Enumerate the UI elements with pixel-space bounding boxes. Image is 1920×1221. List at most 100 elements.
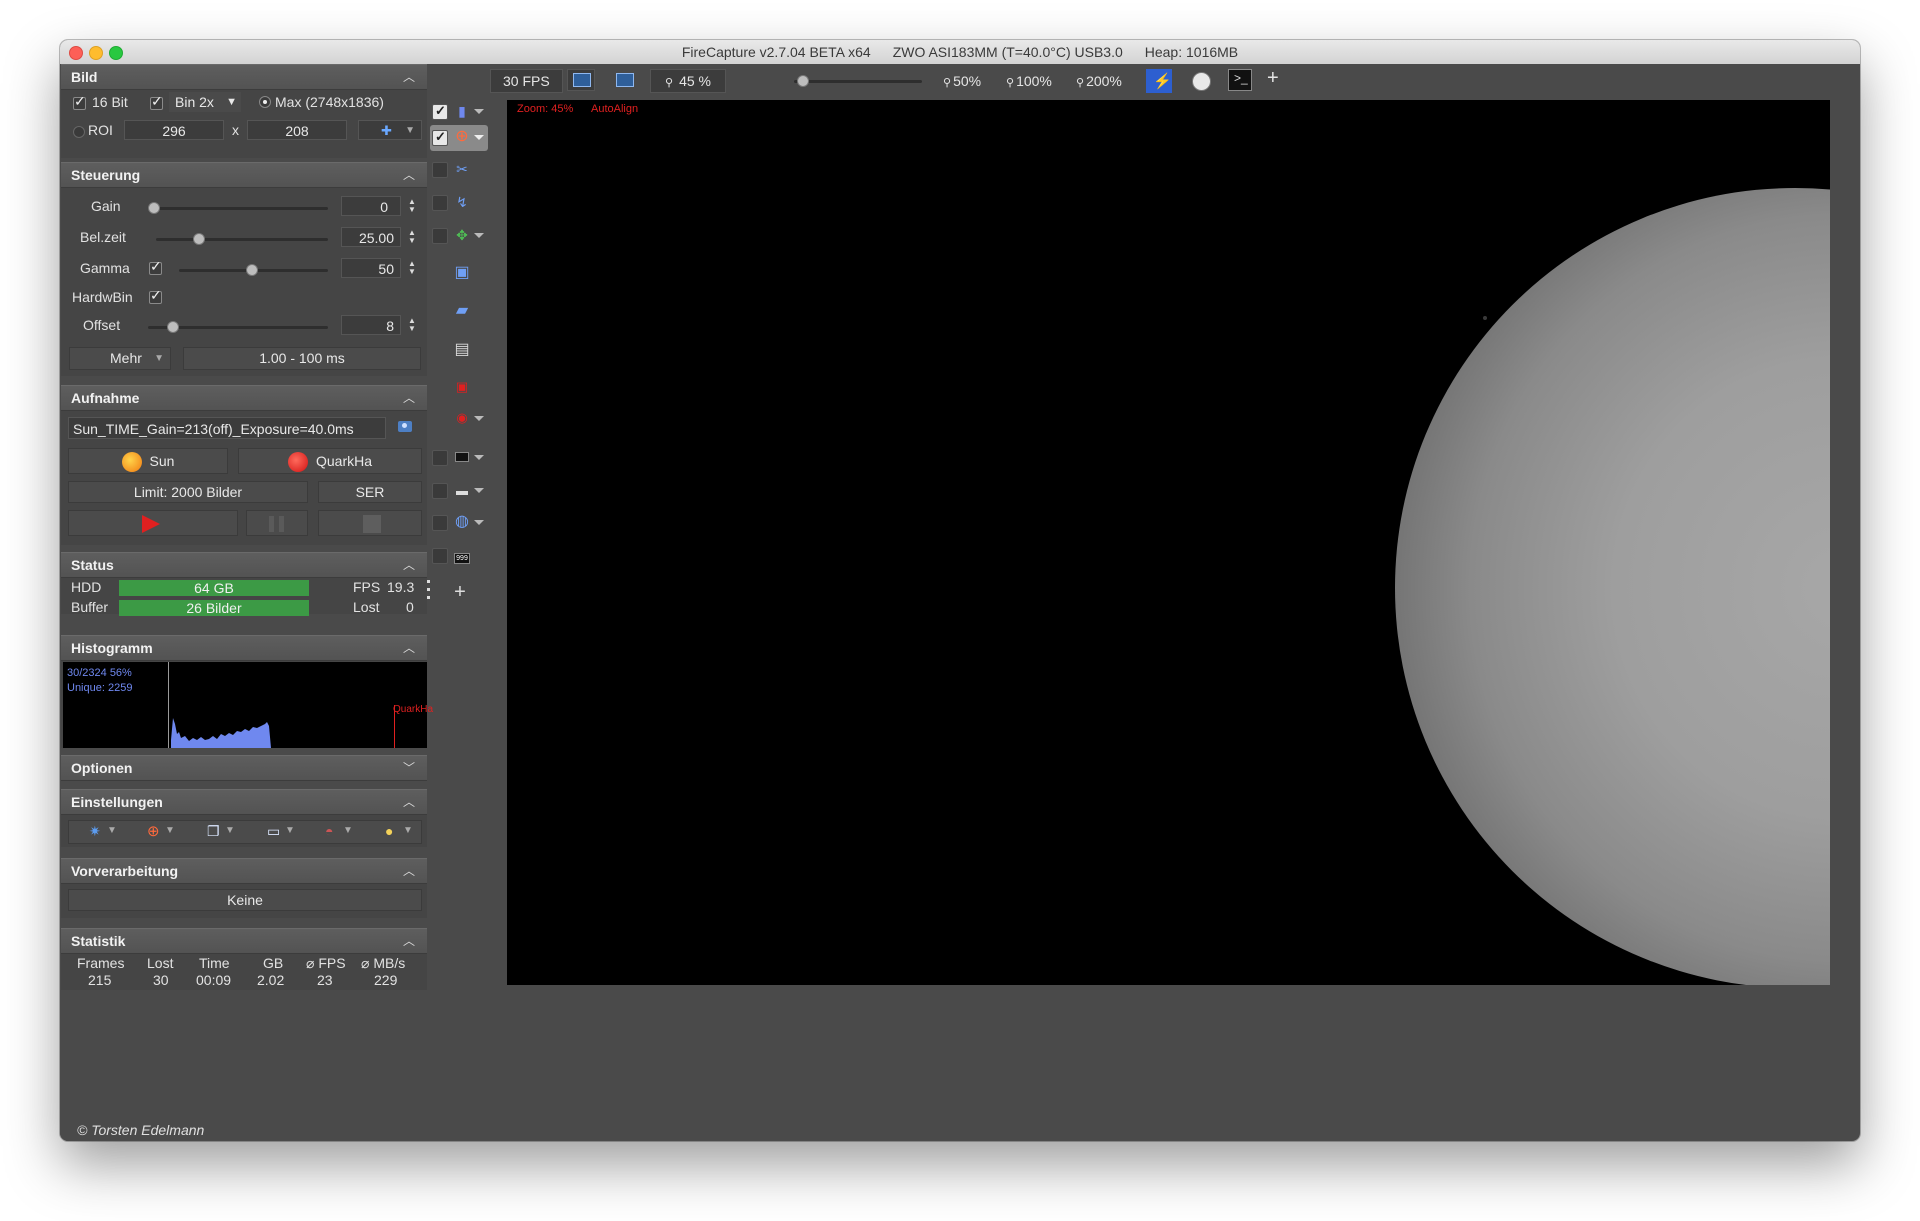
collapse-icon[interactable]: ︿ [403,790,415,814]
aufnahme-header[interactable]: Aufnahme ︿ [61,385,427,411]
crosshair-icon[interactable]: ⊕ [147,822,160,840]
max-radio[interactable] [259,96,271,108]
chevron-down-icon[interactable]: ▼ [225,825,235,836]
chevron-down-icon[interactable]: ▼ [107,825,117,836]
scissors-icon[interactable]: ✂ [453,161,471,177]
bar-chart-icon[interactable]: ▮ [453,103,471,119]
roi-radio[interactable] [73,126,85,138]
belzeit-slider-thumb[interactable] [193,233,206,245]
collapse-icon[interactable]: ︿ [403,859,415,883]
pause-capture-button[interactable] [246,510,308,536]
zoom-50-button[interactable]: ⚲ 50% [943,71,981,91]
trash-icon[interactable]: ▤ [453,342,471,358]
bin-checkbox[interactable] [150,93,163,110]
add-tool-icon[interactable]: + [451,582,469,602]
collapse-icon[interactable]: ︿ [403,163,415,187]
gamma-stepper[interactable]: ▲ ▼ [408,260,416,276]
chevron-down-icon[interactable] [474,488,484,493]
collapse-icon[interactable]: ︿ [403,65,415,89]
profile-quarkha-button[interactable]: QuarkHa [238,448,422,474]
format-button[interactable]: SER [318,481,422,503]
gamma-slider-thumb[interactable] [245,264,258,276]
chevron-down-icon[interactable] [474,233,484,238]
zoom-200-button[interactable]: ⚲ 200% [1076,71,1122,91]
bin-select[interactable]: Bin 2x ▼ [169,92,241,112]
counter-checkbox[interactable] [432,548,448,564]
flat-frame-icon[interactable] [453,482,471,498]
zoom-slider-thumb[interactable] [797,75,809,87]
profile-sun-button[interactable]: Sun [68,448,228,474]
zoom-100-button[interactable]: ⚲ 100% [1006,71,1052,91]
collapse-icon[interactable]: ︿ [403,636,415,660]
belzeit-slider[interactable] [156,233,328,245]
gain-slider-thumb[interactable] [148,202,160,214]
camera-folder-icon[interactable] [398,421,412,432]
record-screen-icon[interactable]: ▣ [453,379,471,395]
expand-icon[interactable]: ﹀ [403,756,415,780]
save-icon[interactable]: ▣ [453,265,471,281]
gain-stepper[interactable]: ▲ ▼ [408,198,416,214]
belzeit-input[interactable]: 25.00 [341,227,401,247]
steuerung-header[interactable]: Steuerung ︿ [61,162,427,188]
bild-header[interactable]: Bild ︿ [61,64,427,90]
flat-frame-checkbox[interactable] [432,483,448,499]
vorverarbeitung-header[interactable]: Vorverarbeitung ︿ [61,858,427,884]
run-button[interactable]: ⚡ [1146,69,1172,93]
camera-preview[interactable]: Zoom: 45% AutoAlign [507,100,1830,985]
chevron-down-icon[interactable]: ▼ [343,825,353,836]
offset-stepper[interactable]: ▲ ▼ [408,317,416,333]
bit16-checkbox[interactable] [73,93,86,110]
timer-button[interactable] [1188,69,1214,93]
mehr-dropdown[interactable]: Mehr ▼ [69,347,171,370]
zoom-slider[interactable] [794,75,922,87]
bulb-icon[interactable]: ● [385,823,393,839]
stop-capture-button[interactable] [318,510,422,536]
gain-input[interactable]: 0 [341,196,401,216]
chevron-down-icon[interactable]: ▼ [285,825,295,836]
histogram-overlay-checkbox[interactable] [432,103,448,120]
chevron-down-icon[interactable] [474,109,484,114]
exposure-range-button[interactable]: 1.00 - 100 ms [183,347,421,370]
dark-frame-checkbox[interactable] [432,450,448,466]
collapse-icon[interactable]: ︿ [403,386,415,410]
chevron-down-icon[interactable]: ▼ [403,825,413,836]
dark-frame-icon[interactable] [453,449,471,465]
limit-button[interactable]: Limit: 2000 Bilder [68,481,308,503]
offset-slider[interactable] [148,321,328,333]
add-toolbar-button[interactable]: + [1267,68,1279,88]
align-icon[interactable]: ✥ [453,227,471,243]
chevron-down-icon[interactable]: ▼ [165,825,175,836]
belzeit-stepper[interactable]: ▲ ▼ [408,229,416,245]
dome-icon[interactable]: ◓ [325,823,333,839]
roi-preset-select[interactable]: ✚ ▼ [358,120,422,140]
status-header[interactable]: Status ︿ [61,552,427,578]
collapse-icon[interactable]: ︿ [403,929,415,953]
statistik-header[interactable]: Statistik ︿ [61,928,427,954]
autoalign-checkbox[interactable] [432,228,448,244]
einstellungen-header[interactable]: Einstellungen ︿ [61,789,427,815]
chevron-down-icon[interactable] [474,416,484,421]
monitor-icon[interactable]: ▭ [267,823,280,840]
scissors-checkbox[interactable] [432,162,448,178]
gamma-slider[interactable] [179,264,328,276]
chevron-down-icon[interactable] [474,455,484,460]
globe-icon[interactable]: ◍ [453,514,471,530]
offset-slider-thumb[interactable] [166,321,179,333]
gamma-checkbox[interactable] [149,258,162,275]
focus-icon[interactable]: ↯ [453,194,471,210]
focus-checkbox[interactable] [432,195,448,211]
globe-checkbox[interactable] [432,515,448,531]
start-capture-button[interactable] [68,510,238,536]
hardwbin-checkbox[interactable] [149,287,162,304]
collapse-icon[interactable]: ︿ [403,553,415,577]
crosshair-tool-selected[interactable]: ⊕ [430,125,488,151]
roi-height-input[interactable]: 208 [247,120,347,140]
snapshot-icon[interactable]: ◉ [453,410,471,426]
optionen-header[interactable]: Optionen ﹀ [61,755,427,781]
histogramm-header[interactable]: Histogramm ︿ [61,635,427,661]
fps-display[interactable]: 30 FPS [490,69,563,93]
zoom-display[interactable]: ⚲ 45 % [650,69,726,93]
copy-icon[interactable]: ❐ [207,823,220,840]
preprocessing-button[interactable]: Keine [68,889,422,911]
counter-icon[interactable]: 999 [453,547,471,564]
